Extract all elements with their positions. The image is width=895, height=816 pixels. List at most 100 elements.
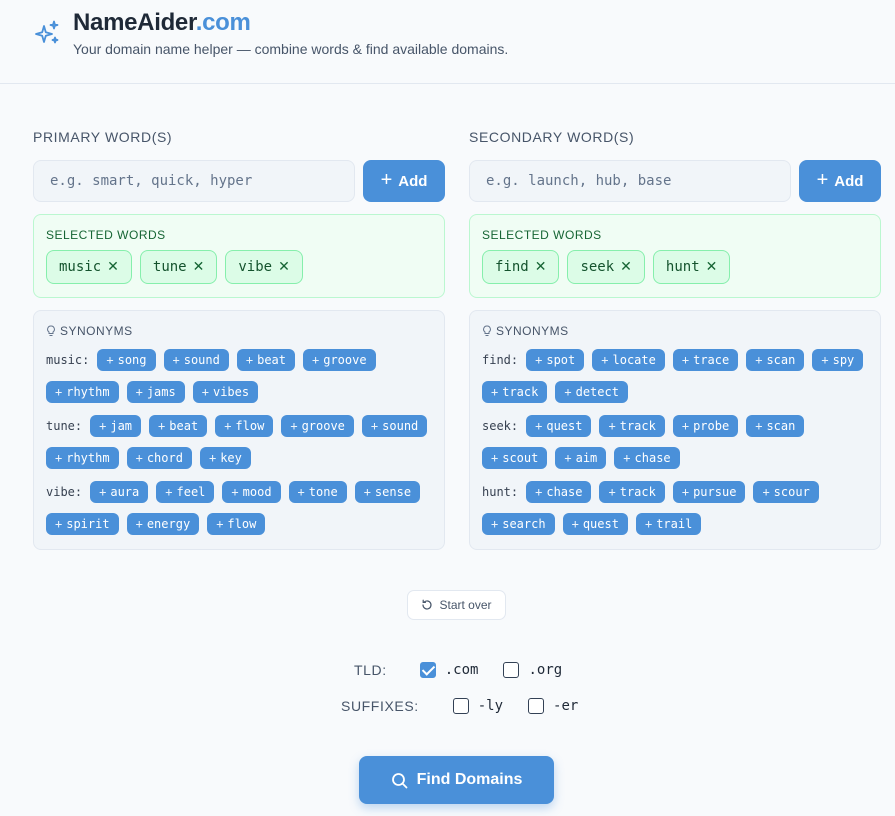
suffix-ly-checkbox[interactable] [452,698,469,714]
synonym-chip[interactable]: + groove [281,415,354,437]
tld-org-checkbox[interactable] [503,662,520,678]
synonym-word: sense [374,485,412,499]
synonym-chip[interactable]: + sense [354,481,421,503]
synonym-chip[interactable]: + spy [812,349,864,371]
find-domains-button[interactable]: Find Domains [359,756,554,804]
primary-synonyms-header: SYNONYMS [46,323,432,339]
secondary-add-button[interactable]: + Add [799,160,881,202]
lightbulb-icon [47,325,55,336]
app-header: NameAider.com Your domain name helper — … [0,0,895,84]
synonym-chip[interactable]: + locate [592,349,665,371]
synonym-chip[interactable]: + sound [163,349,229,371]
suffix-er-checkbox[interactable] [528,698,545,714]
remove-word-icon[interactable]: ✕ [620,259,632,275]
synonym-chip[interactable]: + chase [526,481,592,503]
synonym-source-word: vibe: [46,485,83,499]
plus-icon: + [363,485,371,499]
primary-add-button[interactable]: + Add [363,160,445,202]
synonym-chip[interactable]: + aura [90,481,149,503]
synonym-chip[interactable]: + key [199,447,251,469]
secondary-word-input[interactable] [469,160,791,202]
synonym-chip[interactable]: + beat [236,349,295,371]
synonym-chip[interactable]: + quest [562,513,628,535]
selected-word-chip: tune ✕ [139,250,218,284]
plus-icon: + [755,419,763,433]
plus-icon: + [106,353,114,367]
synonym-word: aura [110,485,140,499]
plus-icon: + [216,517,224,531]
selected-word-label: find [495,259,529,275]
synonym-word: jam [110,419,133,433]
start-over-button[interactable]: Start over [407,590,506,620]
plus-icon: + [535,353,543,367]
synonym-word: quest [546,419,583,433]
plus-icon: + [172,353,180,367]
synonym-chip[interactable]: + vibes [192,381,259,403]
synonym-word: rhythm [66,451,110,465]
synonym-group: find: + spot + locate + trace + scan + spy + track + d… [482,349,868,403]
synonym-chip[interactable]: + spirit [46,513,119,535]
remove-word-icon[interactable]: ✕ [193,259,205,275]
plus-icon: + [231,485,239,499]
synonym-word: song [117,353,147,367]
synonym-chip[interactable]: + flow [215,415,274,437]
synonym-chip[interactable]: + pursue [672,481,746,503]
synonym-group: hunt: + chase + track + pursue + scour + search + qu… [482,481,868,535]
synonym-chip[interactable]: + groove [303,349,376,371]
synonym-chip[interactable]: + probe [672,415,739,437]
synonym-chip[interactable]: + sound [361,415,428,437]
synonym-chip[interactable]: + song [97,349,156,371]
synonym-word: scan [766,353,796,367]
synonym-word: chase [546,485,583,499]
synonym-chip[interactable]: + scan [746,349,805,371]
synonym-chip[interactable]: + flow [207,513,266,535]
plus-icon: + [135,451,143,465]
remove-word-icon[interactable]: ✕ [107,259,119,275]
synonym-chip[interactable]: + track [599,481,665,503]
plus-icon: + [99,419,107,433]
plus-icon: + [370,419,379,433]
synonym-chip[interactable]: + detect [555,381,628,403]
plus-icon: + [564,385,572,399]
synonym-chip[interactable]: + chase [614,447,680,469]
synonym-chip[interactable]: + jams [126,381,185,403]
synonym-chip[interactable]: + scout [482,447,548,469]
remove-word-icon[interactable]: ✕ [706,259,718,275]
synonym-chip[interactable]: + scour [753,481,819,503]
selected-word-label: music [59,259,102,275]
synonym-word: flow [227,517,257,531]
synonym-source-word: seek: [482,419,519,433]
secondary-synonyms-panel: SYNONYMS find: + spot + locate + trace + scan + sp… [469,310,881,550]
plus-icon: + [135,517,143,531]
synonym-chip[interactable]: + chord [126,447,192,469]
synonym-chip[interactable]: + rhythm [46,381,119,403]
synonym-chip[interactable]: + energy [126,513,200,535]
synonym-chip[interactable]: + track [482,381,548,403]
synonym-word: aim [575,451,598,465]
synonym-word: scan [766,419,796,433]
remove-word-icon[interactable]: ✕ [278,259,290,275]
primary-word-input[interactable] [33,160,355,202]
plus-icon: + [380,169,393,191]
lightbulb-icon [483,325,491,336]
plus-icon: + [681,353,690,367]
synonym-chip[interactable]: + trace [672,349,739,371]
synonym-chip[interactable]: + feel [156,481,215,503]
selected-word-chip: find ✕ [482,250,560,284]
synonym-chip[interactable]: + mood [222,481,281,503]
synonym-chip[interactable]: + search [482,513,555,535]
tld-com-checkbox[interactable] [419,662,436,678]
remove-word-icon[interactable]: ✕ [535,259,547,275]
plus-icon: + [55,451,63,465]
synonym-chip[interactable]: + spot [526,349,585,371]
plus-icon: + [99,485,107,499]
synonym-chip[interactable]: + rhythm [46,447,119,469]
synonym-chip[interactable]: + aim [555,447,607,469]
synonym-chip[interactable]: + track [599,415,665,437]
synonym-chip[interactable]: + tone [288,481,347,503]
synonym-chip[interactable]: + scan [746,415,805,437]
synonym-chip[interactable]: + trail [635,513,702,535]
synonym-chip[interactable]: + jam [90,415,142,437]
synonym-chip[interactable]: + beat [149,415,208,437]
synonym-chip[interactable]: + quest [526,415,592,437]
